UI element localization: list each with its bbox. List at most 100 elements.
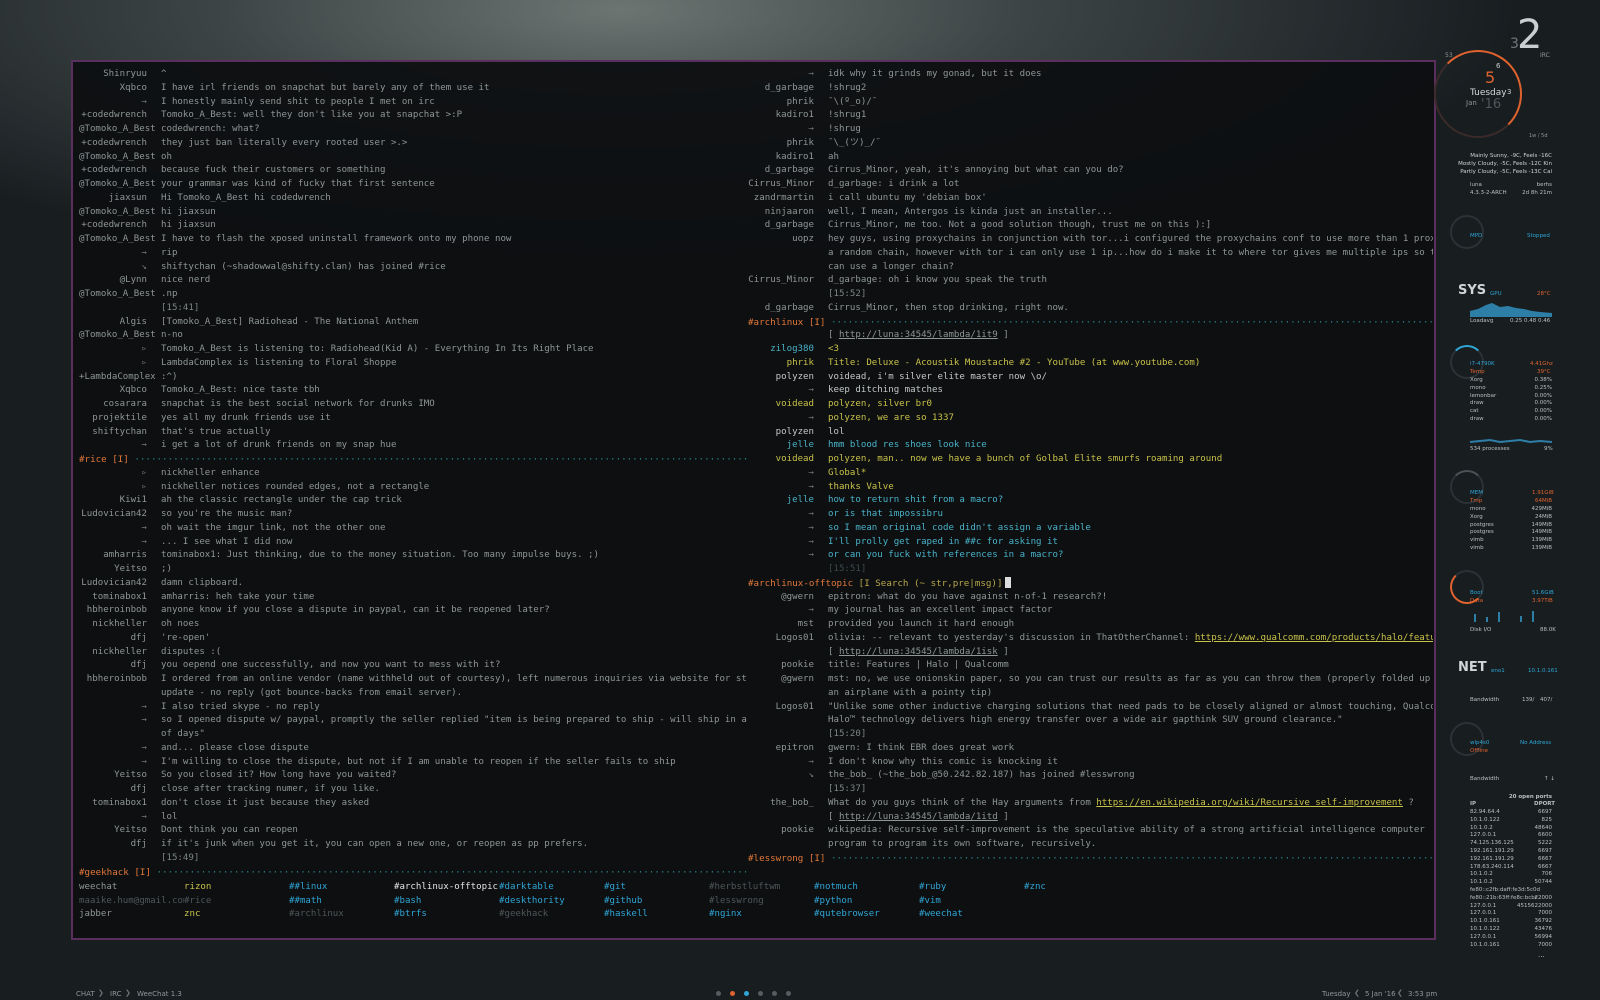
nick[interactable] [79, 687, 161, 701]
nick[interactable]: Yeitso [79, 769, 161, 783]
nick[interactable] [748, 687, 828, 701]
nick[interactable]: the_bob_ [748, 797, 828, 811]
nick[interactable]: Yeitso [79, 563, 161, 577]
buffer-item[interactable]: #vim [919, 895, 1024, 909]
nick[interactable]: Xqbco [79, 384, 161, 398]
nick[interactable]: @Tomoko_A_Best [79, 329, 161, 343]
nick[interactable]: @Tomoko_A_Best [79, 288, 161, 302]
nick[interactable] [748, 247, 828, 261]
nick[interactable]: ↘ [748, 769, 828, 783]
nick[interactable]: dfj [79, 659, 161, 673]
nick[interactable]: ▹ [79, 467, 161, 481]
nick[interactable]: @gwern [748, 673, 828, 687]
nick[interactable]: zilog380 [748, 343, 828, 357]
nick[interactable]: hbheroinbob [79, 604, 161, 618]
nick[interactable]: +codedwrench [79, 109, 161, 123]
nick[interactable]: → [748, 522, 828, 536]
weechat-terminal-window[interactable]: Shinryuu ^ Xqbco I have irl friends on snap… [71, 60, 1436, 940]
breadcrumb-irc[interactable]: IRC [110, 990, 121, 998]
nick[interactable]: Yeitso [79, 824, 161, 838]
nick[interactable]: @Tomoko_A_Best [79, 206, 161, 220]
workspace-dot-active[interactable] [730, 991, 735, 996]
buffer-name[interactable]: #rice [I] [79, 454, 129, 465]
buffer-name[interactable]: #archlinux [I] [748, 317, 825, 328]
buffer-item[interactable]: #qutebrowser [814, 908, 919, 922]
nick[interactable]: hbheroinbob [79, 673, 161, 687]
url-link[interactable]: http://luna:34545/lambda/1isk [839, 647, 998, 657]
nick[interactable]: → [79, 247, 161, 261]
nick[interactable] [748, 783, 828, 797]
nick[interactable]: Cirrus_Minor [748, 274, 828, 288]
buffer-item[interactable]: #git [604, 881, 709, 895]
url-link[interactable]: http://luna:34545/lambda/1itd [839, 812, 998, 822]
nick[interactable]: Kiwi1 [79, 494, 161, 508]
nick[interactable]: @gwern [748, 591, 828, 605]
nick[interactable]: d_garbage [748, 82, 828, 96]
nick[interactable]: → [748, 481, 828, 495]
buffer-item[interactable]: #geekhack [499, 908, 604, 922]
buffer-item[interactable]: #haskell [604, 908, 709, 922]
nick[interactable]: polyzen [748, 371, 828, 385]
right-chat-pane[interactable]: → idk why it grinds my gonad, but it does… [748, 68, 1433, 866]
nick[interactable]: Ludovician42 [79, 577, 161, 591]
nick[interactable]: projektile [79, 412, 161, 426]
nick[interactable]: +codedwrench [79, 219, 161, 233]
buffer-item[interactable]: #python [814, 895, 919, 909]
nick[interactable]: → [748, 68, 828, 82]
buffer-item[interactable]: jabber [79, 908, 184, 922]
nick[interactable]: → [748, 536, 828, 550]
buffer-item[interactable]: #bash [394, 895, 499, 909]
nick[interactable] [748, 646, 828, 660]
nick[interactable]: cosarara [79, 398, 161, 412]
buffer-item[interactable]: #lesswrong [709, 895, 814, 909]
buffer-item[interactable]: #weechat [919, 908, 1024, 922]
nick[interactable]: d_garbage [748, 219, 828, 233]
nick[interactable]: → [748, 604, 828, 618]
breadcrumb-weechat[interactable]: WeeChat 1.3 [137, 990, 182, 998]
nick[interactable]: shiftychan [79, 426, 161, 440]
breadcrumb-chat[interactable]: CHAT [76, 990, 95, 998]
nick[interactable]: d_garbage [748, 164, 828, 178]
nick[interactable] [748, 288, 828, 302]
nick[interactable]: epitron [748, 742, 828, 756]
nick[interactable]: Shinryuu [79, 68, 161, 82]
buffer-item[interactable]: #ruby [919, 881, 1024, 895]
nick[interactable]: ▹ [79, 343, 161, 357]
nick[interactable]: voidead [748, 398, 828, 412]
nick[interactable]: pookie [748, 659, 828, 673]
nick[interactable]: uopz [748, 233, 828, 247]
nick[interactable]: → [748, 412, 828, 426]
buffer-item[interactable]: maaike.hum@gmail.com [79, 895, 184, 909]
nick[interactable]: pookie [748, 824, 828, 838]
url-link[interactable]: https://en.wikipedia.org/wiki/Recursive_… [1096, 798, 1403, 808]
nick[interactable]: Logos01 [748, 632, 828, 646]
nick[interactable]: @Tomoko_A_Best [79, 233, 161, 247]
nick[interactable]: ▹ [79, 481, 161, 495]
buffer-item[interactable]: #notmuch [814, 881, 919, 895]
nick[interactable]: → [748, 384, 828, 398]
nick[interactable]: @Tomoko_A_Best [79, 123, 161, 137]
left-chat-pane[interactable]: Shinryuu ^ Xqbco I have irl friends on snap… [79, 68, 747, 879]
nick[interactable]: → [748, 549, 828, 563]
nick[interactable]: +codedwrench [79, 164, 161, 178]
buffer-item[interactable]: #rice [184, 895, 289, 909]
nick[interactable]: nickheller [79, 618, 161, 632]
buffer-item[interactable]: znc [184, 908, 289, 922]
nick[interactable]: jelle [748, 439, 828, 453]
nick[interactable]: tominabox1 [79, 797, 161, 811]
nick[interactable]: → [79, 714, 161, 728]
buffer-name[interactable]: #archlinux-offtopic [748, 578, 853, 589]
nick[interactable] [748, 329, 828, 343]
buffer-item[interactable]: #archlinux [289, 908, 394, 922]
nick[interactable]: +codedwrench [79, 137, 161, 151]
nick[interactable]: → [79, 439, 161, 453]
workspace-dot-occupied[interactable] [744, 991, 749, 996]
buffer-item[interactable]: rizon [184, 881, 289, 895]
buffer-separator[interactable]: #geekhack [I] ··························… [79, 866, 747, 880]
nick[interactable] [748, 261, 828, 275]
nick[interactable]: jelle [748, 494, 828, 508]
nick[interactable]: @Tomoko_A_Best [79, 151, 161, 165]
nick[interactable]: → [748, 467, 828, 481]
buffer-item[interactable]: #btrfs [394, 908, 499, 922]
workspace-dot[interactable] [786, 991, 791, 996]
